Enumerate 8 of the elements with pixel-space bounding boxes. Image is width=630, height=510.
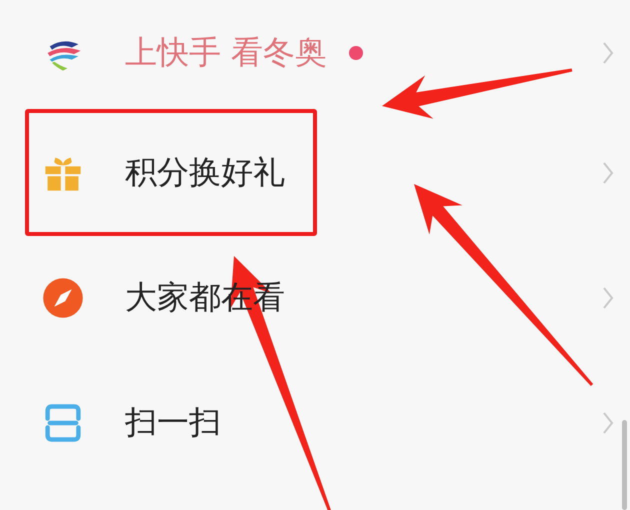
- chevron-right-icon: [602, 410, 614, 434]
- compass-icon: [41, 276, 85, 320]
- chevron-right-icon: [602, 160, 614, 184]
- menu-item[interactable]: 扫一扫: [125, 400, 221, 444]
- chevron-right-icon: [602, 40, 614, 64]
- chevron-right-icon: [602, 286, 614, 310]
- notification-dot: [349, 46, 364, 60]
- menu-item[interactable]: 积分换好礼: [125, 150, 285, 194]
